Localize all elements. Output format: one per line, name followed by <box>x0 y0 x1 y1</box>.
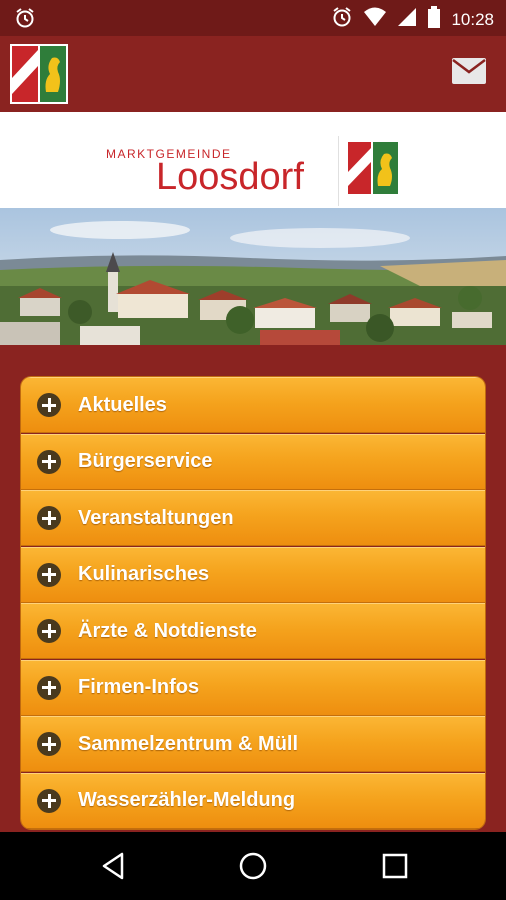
battery-icon <box>427 6 441 33</box>
brand-crest-icon <box>348 142 398 194</box>
back-icon[interactable] <box>98 850 130 882</box>
brand-divider <box>338 136 339 206</box>
plus-icon <box>37 675 61 700</box>
plus-icon <box>37 732 61 756</box>
brand-title: Loosdorf <box>156 156 304 198</box>
app-bar <box>0 36 506 112</box>
menu-item-veranstaltungen[interactable]: Veranstaltungen <box>21 490 485 546</box>
menu-item-wasserzaehler-meldung[interactable]: Wasserzähler-Meldung <box>21 772 485 829</box>
municipal-crest-icon[interactable] <box>10 44 68 104</box>
menu-item-aktuelles[interactable]: Aktuelles <box>21 377 485 433</box>
plus-icon <box>37 449 61 474</box>
menu-item-sammelzentrum-muell[interactable]: Sammelzentrum & Müll <box>21 716 485 772</box>
menu-item-label: Wasserzähler-Meldung <box>78 789 296 811</box>
menu-item-aerzte-notdienste[interactable]: Ärzte & Notdienste <box>21 603 485 659</box>
plus-icon <box>37 393 61 417</box>
status-bar: 10:28 <box>0 0 506 36</box>
mail-icon[interactable] <box>452 58 486 88</box>
menu-item-label: Bürgerservice <box>78 450 213 472</box>
menu-item-label: Firmen-Infos <box>78 676 200 698</box>
menu-item-buergerservice[interactable]: Bürgerservice <box>21 433 485 490</box>
menu-item-kulinarisches[interactable]: Kulinarisches <box>21 546 485 603</box>
menu-item-label: Sammelzentrum & Müll <box>78 732 299 755</box>
system-nav-bar <box>0 832 506 900</box>
menu-item-label: Veranstaltungen <box>78 506 234 529</box>
town-photo <box>0 208 506 345</box>
recents-icon[interactable] <box>379 850 411 882</box>
wifi-icon <box>363 6 387 33</box>
home-icon[interactable] <box>237 850 269 882</box>
alarm-icon <box>14 7 36 34</box>
plus-icon <box>37 619 61 643</box>
menu-item-label: Ärzte & Notdienste <box>78 619 257 642</box>
status-time: 10:28 <box>451 9 494 29</box>
plus-icon <box>37 506 61 530</box>
plus-icon <box>37 562 61 587</box>
alarm-icon <box>331 6 353 33</box>
menu-item-firmen-infos[interactable]: Firmen-Infos <box>21 659 485 716</box>
menu-item-label: Kulinarisches <box>78 563 210 585</box>
main-menu: Aktuelles Bürgerservice Veranstaltungen … <box>21 377 485 829</box>
plus-icon <box>37 788 61 813</box>
signal-icon <box>397 6 417 33</box>
menu-item-label: Aktuelles <box>78 393 167 416</box>
